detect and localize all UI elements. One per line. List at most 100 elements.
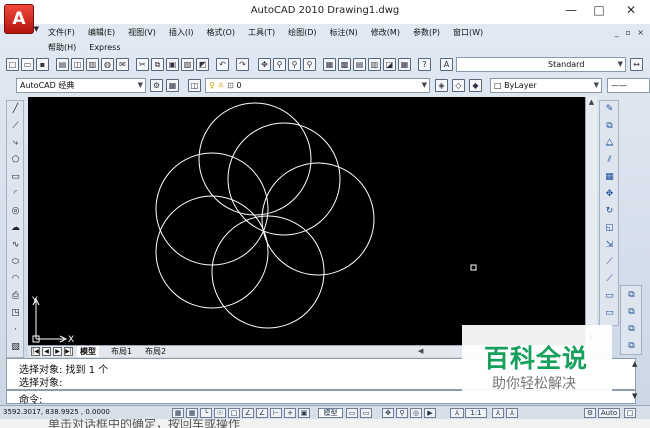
circle-icon[interactable]: ◎: [9, 205, 22, 218]
tab-model[interactable]: 模型: [77, 346, 99, 357]
object-snap-icon[interactable]: □: [228, 408, 240, 418]
workspace-switching-icon[interactable]: ⚙: [584, 408, 596, 418]
clean-screen-icon[interactable]: □: [624, 408, 636, 418]
rotate-icon[interactable]: ↻: [603, 205, 616, 218]
polyline-icon[interactable]: ⤷: [9, 137, 22, 150]
quick-view-layouts-icon[interactable]: ▭: [346, 408, 358, 418]
polygon-icon[interactable]: ⬠: [9, 154, 22, 167]
maximize-button[interactable]: □: [588, 3, 610, 17]
break-icon[interactable]: ▭: [603, 290, 616, 303]
scroll-up-icon[interactable]: ▲: [632, 360, 637, 368]
block-editor-icon[interactable]: ◩: [196, 58, 209, 71]
tool-palettes-icon[interactable]: ▤: [353, 58, 366, 71]
layer-manager-icon[interactable]: ◫: [188, 79, 201, 92]
workspace-select[interactable]: AutoCAD 经典 ▼: [16, 78, 146, 93]
publish-icon[interactable]: ▥: [86, 58, 99, 71]
ortho-mode-icon[interactable]: └: [200, 408, 212, 418]
calculator-icon[interactable]: ▦: [398, 58, 411, 71]
stretch-icon[interactable]: ⇲: [603, 239, 616, 252]
layer-select[interactable]: ♀ ☼ ⊡ 0 ▼: [205, 78, 430, 93]
cut-icon[interactable]: ✂: [136, 58, 149, 71]
bring-above-icon[interactable]: ⧉: [625, 323, 638, 336]
copy-object-icon[interactable]: ⧉: [603, 120, 616, 133]
copy-icon[interactable]: ⧉: [151, 58, 164, 71]
insert-block-icon[interactable]: ⎙: [9, 290, 22, 303]
menu-item-5[interactable]: 工具(T): [248, 27, 275, 38]
command-scrollbar[interactable]: ▲ ▼: [630, 358, 642, 404]
arc-icon[interactable]: ◜: [9, 188, 22, 201]
revision-cloud-icon[interactable]: ☁: [9, 222, 22, 235]
menu-item-11[interactable]: 帮助(H): [48, 42, 76, 53]
menu-item-12[interactable]: Express: [89, 43, 120, 52]
scroll-down-icon[interactable]: ▼: [632, 392, 637, 400]
undo-icon[interactable]: ↶: [216, 58, 229, 71]
hatch-icon[interactable]: ▧: [9, 341, 22, 354]
object-snap-tracking-icon[interactable]: ∠: [242, 408, 254, 418]
design-center-icon[interactable]: ▩: [338, 58, 351, 71]
steering-wheel-icon[interactable]: ◎: [410, 408, 422, 418]
construction-line-icon[interactable]: ⟋: [9, 120, 22, 133]
print-preview-icon[interactable]: ◫: [71, 58, 84, 71]
menu-item-3[interactable]: 插入(I): [169, 27, 194, 38]
send-back-icon[interactable]: ⧉: [625, 306, 638, 319]
scale-icon[interactable]: ◱: [603, 222, 616, 235]
make-block-icon[interactable]: ◳: [9, 307, 22, 320]
color-select[interactable]: □ ByLayer ▼: [490, 78, 602, 93]
horizontal-scrollbar[interactable]: ◀: [418, 347, 463, 356]
offset-icon[interactable]: ⫽: [603, 154, 616, 167]
polar-tracking-icon[interactable]: ☉: [214, 408, 226, 418]
annotation-scale-icon[interactable]: ⅄: [450, 408, 464, 418]
print-icon[interactable]: ▤: [56, 58, 69, 71]
menu-item-0[interactable]: 文件(F): [48, 27, 75, 38]
annotation-visibility-icon[interactable]: ⅄: [492, 408, 504, 418]
linetype-select[interactable]: ——: [607, 78, 650, 93]
new-icon[interactable]: □: [6, 58, 19, 71]
redo-icon[interactable]: ↷: [236, 58, 249, 71]
next-tab-icon[interactable]: ▶: [53, 347, 62, 356]
make-current-layer-icon[interactable]: ◈: [435, 79, 448, 92]
last-tab-icon[interactable]: ▶|: [64, 347, 73, 356]
vertical-scrollbar[interactable]: ▲ ▼: [585, 97, 597, 347]
menu-item-4[interactable]: 格式(O): [206, 27, 235, 38]
ellipse-arc-icon[interactable]: ◠: [9, 273, 22, 286]
trim-icon[interactable]: ⟋: [603, 256, 616, 269]
spline-icon[interactable]: ∿: [9, 239, 22, 252]
paste-icon[interactable]: ▣: [166, 58, 179, 71]
scroll-up-icon[interactable]: ▲: [587, 98, 596, 106]
menu-item-2[interactable]: 视图(V): [128, 27, 156, 38]
array-icon[interactable]: ▦: [603, 171, 616, 184]
3d-dwf-icon[interactable]: ◍: [101, 58, 114, 71]
bring-front-icon[interactable]: ⧉: [625, 289, 638, 302]
drawing-canvas[interactable]: Y X: [28, 97, 596, 345]
save-icon[interactable]: ▪: [36, 58, 49, 71]
dynamic-input-icon[interactable]: ⊢: [270, 408, 282, 418]
etransmit-icon[interactable]: ✉: [116, 58, 129, 71]
pan-status-icon[interactable]: ✥: [382, 408, 394, 418]
quick-view-drawings-icon[interactable]: ▭: [360, 408, 372, 418]
menu-item-6[interactable]: 绘图(D): [288, 27, 316, 38]
open-icon[interactable]: ▭: [21, 58, 34, 71]
dimension-style-icon[interactable]: ↔: [630, 58, 643, 71]
zoom-previous-icon[interactable]: ⚲: [303, 58, 316, 71]
help-icon[interactable]: ?: [418, 58, 431, 71]
close-button[interactable]: ✕: [620, 3, 642, 17]
extend-icon[interactable]: ⟋: [603, 273, 616, 286]
send-under-icon[interactable]: ⧉: [625, 340, 638, 353]
mirror-icon[interactable]: ⧋: [603, 137, 616, 150]
match-properties-icon[interactable]: ▨: [181, 58, 194, 71]
first-tab-icon[interactable]: |◀: [31, 347, 40, 356]
annotation-scale-value[interactable]: 1:1: [465, 408, 487, 418]
text-style-select[interactable]: Standard ▼: [456, 57, 626, 72]
properties-icon[interactable]: ▦: [323, 58, 336, 71]
model-space-toggle[interactable]: 模型: [318, 408, 343, 418]
workspace-save-icon[interactable]: ▦: [166, 79, 179, 92]
ellipse-icon[interactable]: ⬭: [9, 256, 22, 269]
auto-scale-icon[interactable]: ⅄: [506, 408, 518, 418]
sheet-set-icon[interactable]: ▥: [368, 58, 381, 71]
quick-properties-icon[interactable]: ▣: [298, 408, 310, 418]
layer-previous-icon[interactable]: ◇: [452, 79, 465, 92]
menu-item-1[interactable]: 编辑(E): [88, 27, 115, 38]
join-icon[interactable]: ▭: [603, 307, 616, 320]
tab-layout2[interactable]: 布局2: [142, 346, 169, 357]
auto-label[interactable]: Auto: [598, 408, 620, 418]
